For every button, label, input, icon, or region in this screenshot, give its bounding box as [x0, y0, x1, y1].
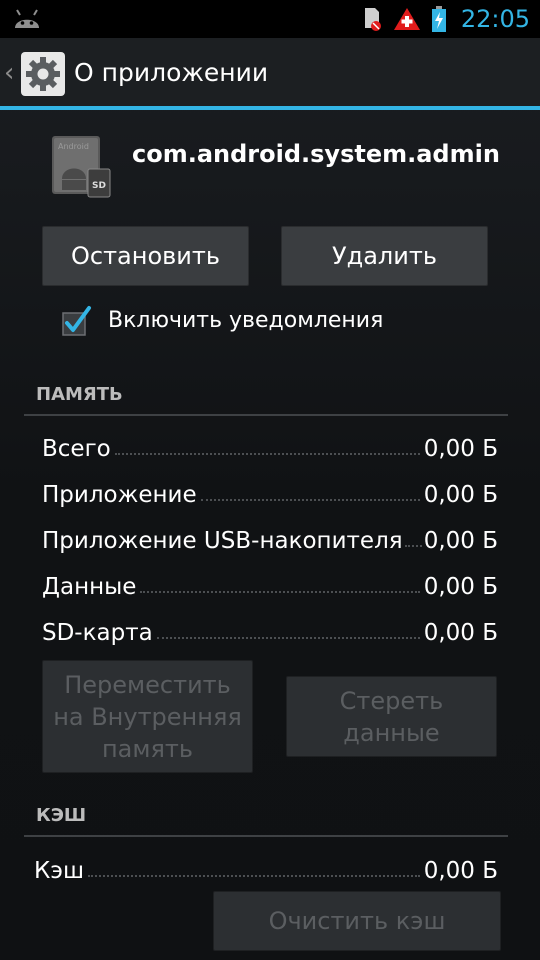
- page-title: О приложении: [74, 58, 269, 87]
- storage-row-label: Всего: [42, 436, 111, 462]
- status-icons: 22:05: [363, 0, 530, 38]
- clear-cache-button[interactable]: Очистить кэш: [213, 891, 501, 951]
- dotted-leader: [156, 637, 420, 639]
- notifications-label: Включить уведомления: [108, 308, 384, 333]
- uninstall-button[interactable]: Удалить: [281, 226, 488, 286]
- action-bar-divider: [0, 106, 540, 110]
- storage-row-value: 0,00 Б: [423, 574, 498, 600]
- cache-divider: [24, 835, 508, 837]
- storage-row-value: 0,00 Б: [423, 436, 498, 462]
- storage-divider: [24, 414, 508, 416]
- storage-row-value: 0,00 Б: [423, 528, 498, 554]
- app-package-name: com.android.system.admin: [132, 140, 500, 168]
- storage-row-label: SD-карта: [42, 620, 153, 646]
- sd-badge-label: SD: [92, 181, 106, 191]
- cache-row-value: 0,00 Б: [423, 858, 498, 884]
- cache-row-label: Кэш: [34, 858, 84, 884]
- notifications-checkbox[interactable]: [60, 305, 92, 337]
- status-time: 22:05: [460, 5, 530, 33]
- storage-row-label: Данные: [42, 574, 137, 600]
- dotted-leader: [88, 875, 420, 877]
- storage-section-header: ПАМЯТЬ: [36, 384, 123, 405]
- app-info-screen: 22:05 ‹ О приложении Android SD com.andr…: [0, 0, 540, 960]
- move-to-internal-button[interactable]: Переместить на Внутренняя память: [42, 660, 253, 773]
- storage-row-label: Приложение: [42, 482, 197, 508]
- storage-row-value: 0,00 Б: [423, 620, 498, 646]
- dotted-leader: [114, 453, 420, 455]
- storage-row-value: 0,00 Б: [423, 482, 498, 508]
- storage-row-app: Приложение 0,00 Б: [42, 474, 498, 508]
- up-chevron-icon[interactable]: ‹: [4, 58, 14, 88]
- storage-row-label: Приложение USB-накопителя: [42, 528, 403, 554]
- stop-button[interactable]: Остановить: [42, 226, 249, 286]
- settings-gear-icon[interactable]: [20, 51, 66, 97]
- storage-row-total: Всего 0,00 Б: [42, 428, 498, 462]
- clear-data-button[interactable]: Стереть данные: [286, 676, 497, 757]
- storage-row-usb-app: Приложение USB-накопителя 0,00 Б: [42, 520, 498, 554]
- cache-section-header: КЭШ: [36, 805, 87, 826]
- action-bar: ‹ О приложении: [0, 38, 540, 108]
- app-icon-label: Android: [58, 142, 89, 151]
- battery-charging-icon: [431, 6, 446, 32]
- app-icon: Android SD: [52, 136, 111, 198]
- status-bar: 22:05: [0, 0, 540, 38]
- dotted-leader: [404, 545, 422, 547]
- storage-row-data: Данные 0,00 Б: [42, 566, 498, 600]
- warning-icon: [393, 8, 420, 30]
- dotted-leader: [200, 499, 420, 501]
- android-icon: [15, 9, 39, 28]
- cache-row: Кэш 0,00 Б: [34, 850, 498, 884]
- dotted-leader: [140, 591, 420, 593]
- sd-card-error-icon: [364, 8, 381, 31]
- storage-row-sd-card: SD-карта 0,00 Б: [42, 612, 498, 646]
